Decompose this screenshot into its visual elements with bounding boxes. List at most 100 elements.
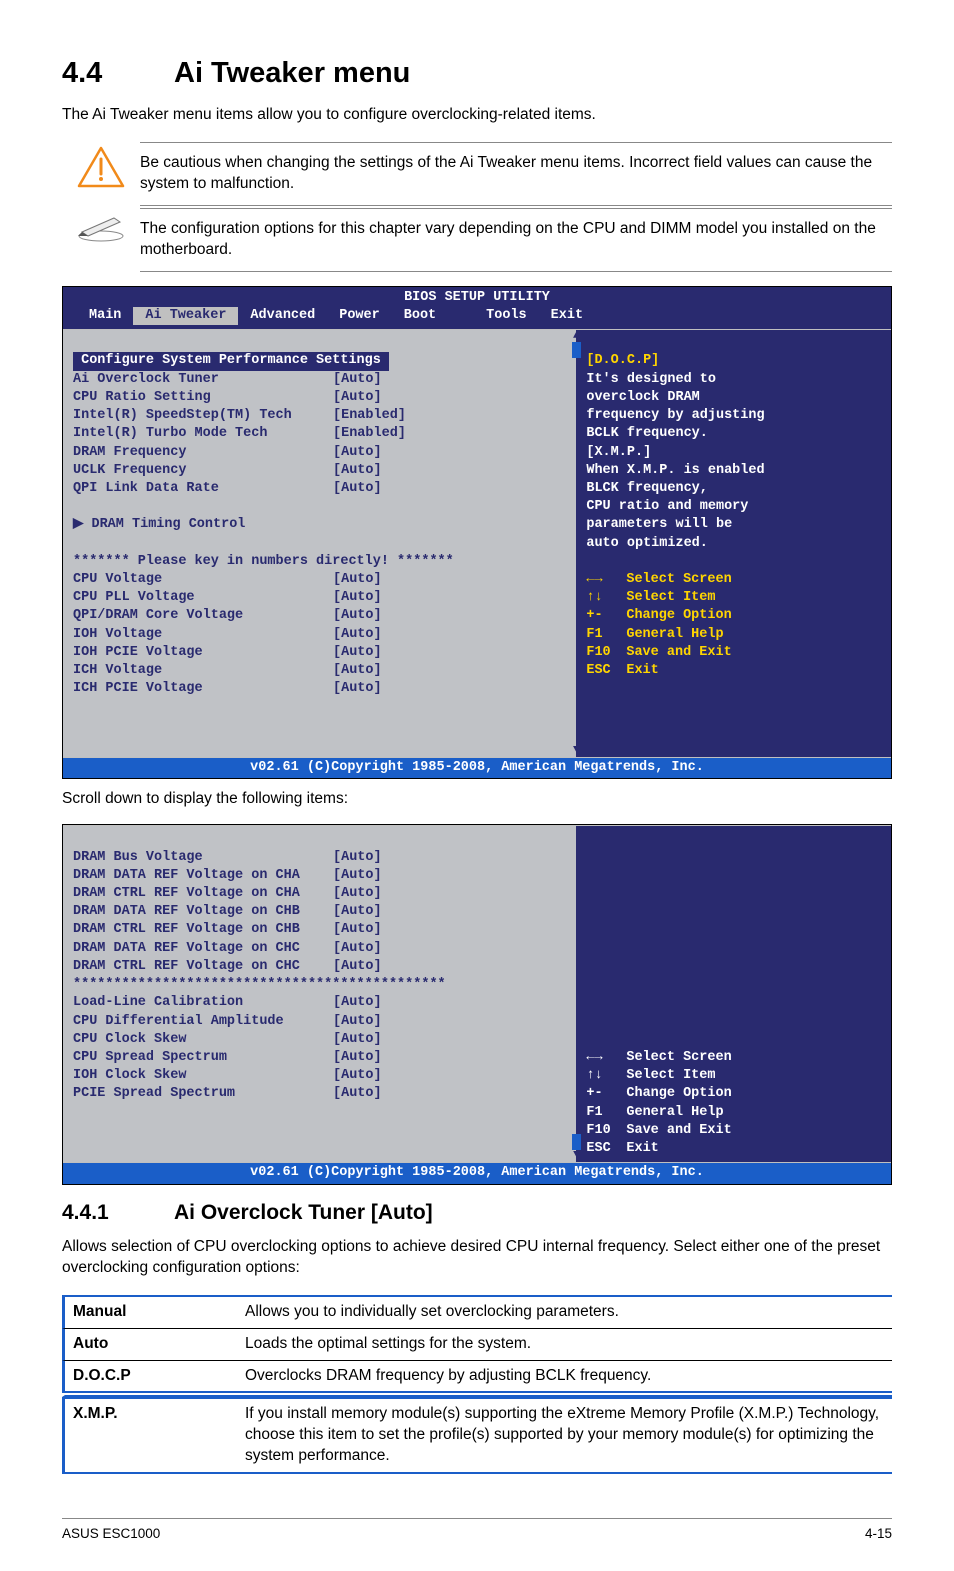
- bios-key: ICH PCIE Voltage: [73, 680, 333, 698]
- tab-tools[interactable]: Tools: [474, 307, 539, 325]
- bios-scrollbar[interactable]: ▼: [571, 828, 581, 1160]
- bios-val: [Auto]: [333, 868, 382, 883]
- option-row: Auto Loads the optimal settings for the …: [62, 1329, 892, 1361]
- bios-row[interactable]: DRAM CTRL REF Voltage on CHB[Auto]: [73, 921, 568, 939]
- bios-row[interactable]: DRAM Bus Voltage[Auto]: [73, 849, 568, 867]
- bios-hint: ←→Select Screen: [586, 572, 731, 587]
- bios-row[interactable]: CPU Ratio Setting[Auto]: [73, 389, 568, 407]
- bios-val: [Auto]: [333, 1086, 382, 1101]
- scroll-thumb[interactable]: [572, 342, 581, 358]
- subsection-number: 4.4.1: [62, 1199, 174, 1227]
- bios-desc-head: [D.O.C.P]: [586, 353, 659, 368]
- bios-key: DRAM CTRL REF Voltage on CHA: [73, 885, 333, 903]
- bios-row[interactable]: Load-Line Calibration[Auto]: [73, 994, 568, 1012]
- bios-row[interactable]: ICH PCIE Voltage[Auto]: [73, 680, 568, 698]
- bios-val: [Auto]: [333, 371, 382, 389]
- bios-row[interactable]: PCIE Spread Spectrum[Auto]: [73, 1085, 568, 1103]
- subsection-intro: Allows selection of CPU overclocking opt…: [62, 1237, 892, 1279]
- scroll-caption: Scroll down to display the following ite…: [62, 789, 892, 810]
- bios-row[interactable]: CPU Voltage[Auto]: [73, 571, 568, 589]
- option-desc: Allows you to individually set overclock…: [245, 1297, 892, 1328]
- bios-key: DRAM Bus Voltage: [73, 849, 333, 867]
- bios-hint: ESCExit: [586, 1140, 883, 1158]
- bios-val: [Auto]: [333, 607, 382, 625]
- scroll-down-icon: ▼: [573, 746, 580, 755]
- bios-page-heading: Configure System Performance Settings: [73, 352, 389, 370]
- option-desc: Loads the optimal settings for the syste…: [245, 1329, 892, 1360]
- bios-key: DRAM DATA REF Voltage on CHA: [73, 867, 333, 885]
- option-name: Manual: [65, 1297, 245, 1328]
- bios-row[interactable]: QPI Link Data Rate[Auto]: [73, 480, 568, 498]
- caution-text: Be cautious when changing the settings o…: [140, 142, 892, 206]
- bios-key: DRAM DATA REF Voltage on CHB: [73, 903, 333, 921]
- note-text: The configuration options for this chapt…: [140, 208, 892, 272]
- bios-key: IOH Clock Skew: [73, 1067, 333, 1085]
- bios-row[interactable]: DRAM DATA REF Voltage on CHC[Auto]: [73, 940, 568, 958]
- bios-submenu-row[interactable]: ▶ DRAM Timing Control: [73, 516, 568, 534]
- section-title: Ai Tweaker menu: [174, 57, 410, 89]
- bios-row[interactable]: UCLK Frequency[Auto]: [73, 462, 568, 480]
- bios-key: PCIE Spread Spectrum: [73, 1085, 333, 1103]
- bios-key: Intel(R) Turbo Mode Tech: [73, 425, 333, 443]
- bios-row[interactable]: CPU Clock Skew[Auto]: [73, 1031, 568, 1049]
- bios-key: DRAM CTRL REF Voltage on CHC: [73, 958, 333, 976]
- bios-key: DRAM Frequency: [73, 444, 333, 462]
- scroll-thumb[interactable]: [572, 1134, 581, 1150]
- tab-boot[interactable]: Boot: [392, 307, 448, 325]
- bios-panel: BIOS SETUP UTILITY Main Ai Tweaker Advan…: [62, 286, 892, 780]
- bios-row[interactable]: Ai Overclock Tuner[Auto]: [73, 371, 568, 389]
- bios-val: [Auto]: [333, 1032, 382, 1047]
- bios-key: CPU Spread Spectrum: [73, 1049, 333, 1067]
- bios-val: [Auto]: [333, 1050, 382, 1065]
- scroll-down-icon: ▼: [573, 1151, 580, 1160]
- footer-left: ASUS ESC1000: [62, 1525, 160, 1543]
- bios-key: IOH Voltage: [73, 626, 333, 644]
- bios-hint: ←→Select Screen: [586, 1049, 883, 1067]
- option-desc: If you install memory module(s) supporti…: [245, 1399, 892, 1472]
- bios-row[interactable]: Intel(R) Turbo Mode Tech[Enabled]: [73, 425, 568, 443]
- bios-hint: ESCExit: [586, 663, 658, 678]
- bios-key: CPU Ratio Setting: [73, 389, 333, 407]
- tab-power[interactable]: Power: [327, 307, 392, 325]
- option-desc: Overclocks DRAM frequency by adjusting B…: [245, 1361, 892, 1392]
- bios-val: [Auto]: [333, 626, 382, 644]
- bios-val: [Auto]: [333, 589, 382, 607]
- bios-key: DRAM DATA REF Voltage on CHC: [73, 940, 333, 958]
- bios-row[interactable]: DRAM DATA REF Voltage on CHB[Auto]: [73, 903, 568, 921]
- bios-row[interactable]: QPI/DRAM Core Voltage[Auto]: [73, 607, 568, 625]
- bios-hint: F10Save and Exit: [586, 1122, 883, 1140]
- footer-right: 4-15: [865, 1525, 892, 1543]
- bios-row[interactable]: IOH PCIE Voltage[Auto]: [73, 644, 568, 662]
- bios-key: CPU PLL Voltage: [73, 589, 333, 607]
- bios-scrollbar[interactable]: ▲ ▼: [571, 332, 581, 755]
- page-footer: ASUS ESC1000 4-15: [62, 1518, 892, 1543]
- caution-callout: Be cautious when changing the settings o…: [62, 142, 892, 206]
- bios-row[interactable]: Intel(R) SpeedStep(TM) Tech[Enabled]: [73, 407, 568, 425]
- bios-row[interactable]: DRAM CTRL REF Voltage on CHA[Auto]: [73, 885, 568, 903]
- tab-advanced[interactable]: Advanced: [238, 307, 327, 325]
- tab-ai-tweaker[interactable]: Ai Tweaker: [133, 307, 238, 325]
- bios-row[interactable]: DRAM Frequency[Auto]: [73, 444, 568, 462]
- bios-key: QPI/DRAM Core Voltage: [73, 607, 333, 625]
- bios-row[interactable]: IOH Voltage[Auto]: [73, 626, 568, 644]
- bios-key: UCLK Frequency: [73, 462, 333, 480]
- bios-row[interactable]: DRAM CTRL REF Voltage on CHC[Auto]: [73, 958, 568, 976]
- bios-row[interactable]: ICH Voltage[Auto]: [73, 662, 568, 680]
- bios-val: [Auto]: [333, 995, 382, 1010]
- submenu-marker-icon: ▶: [73, 517, 91, 532]
- bios-row[interactable]: DRAM DATA REF Voltage on CHA[Auto]: [73, 867, 568, 885]
- bios-title: BIOS SETUP UTILITY: [63, 287, 891, 307]
- bios-row[interactable]: CPU Spread Spectrum[Auto]: [73, 1049, 568, 1067]
- bios-row[interactable]: IOH Clock Skew[Auto]: [73, 1067, 568, 1085]
- tab-exit[interactable]: Exit: [539, 307, 595, 325]
- bios-val: [Auto]: [333, 480, 382, 498]
- bios-row[interactable]: CPU PLL Voltage[Auto]: [73, 589, 568, 607]
- tab-main[interactable]: Main: [77, 307, 133, 325]
- bios-footer: v02.61 (C)Copyright 1985-2008, American …: [63, 758, 891, 778]
- bios-row[interactable]: CPU Differential Amplitude[Auto]: [73, 1013, 568, 1031]
- bios-val: [Auto]: [333, 444, 382, 462]
- option-row: D.O.C.P Overclocks DRAM frequency by adj…: [62, 1361, 892, 1394]
- bios-val: [Auto]: [333, 1068, 382, 1083]
- bios-val: [Enabled]: [333, 425, 406, 443]
- bios-key: Intel(R) SpeedStep(TM) Tech: [73, 407, 333, 425]
